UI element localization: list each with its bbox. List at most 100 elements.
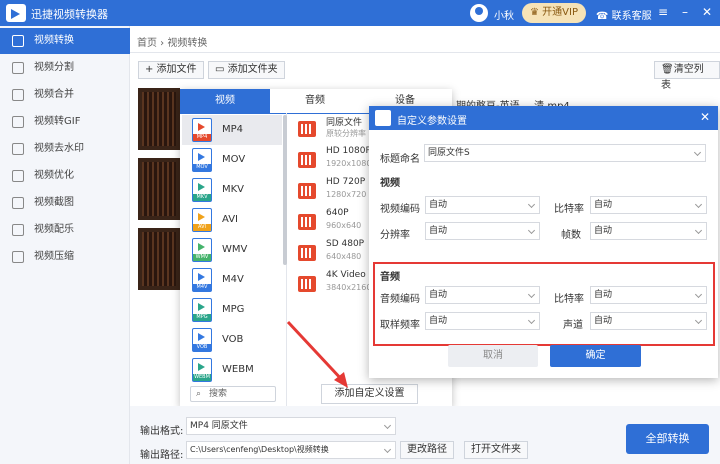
format-name: WEBM (222, 364, 254, 375)
format-item[interactable]: MKV MKV (182, 175, 282, 205)
film-icon (298, 245, 316, 261)
quality-resolution: 3840x2160 (326, 283, 372, 292)
search-input[interactable]: ⌕ 搜索 (190, 386, 276, 402)
video-file-icon: WMV (192, 238, 212, 262)
video-file-icon: WEBM (192, 358, 212, 382)
format-badge: WMV (193, 254, 211, 261)
app-title: 迅捷视频转换器 (31, 8, 108, 21)
format-item[interactable]: VOB VOB (182, 325, 282, 355)
video-file-icon: MOV (192, 148, 212, 172)
sidebar-item-optimize[interactable]: 视频优化 (0, 163, 130, 189)
bitrate-label: 比特率 (554, 204, 584, 215)
format-name: WMV (222, 244, 248, 255)
film-icon (298, 121, 316, 137)
music-icon (12, 224, 24, 236)
output-format-select[interactable]: MP4 同原文件 (186, 417, 396, 435)
vip-button[interactable]: ♛ 开通VIP (522, 3, 586, 23)
quality-name: HD 720P (326, 177, 366, 187)
samplerate-select[interactable]: 自动 (425, 312, 540, 330)
format-badge: MP4 (193, 134, 211, 141)
merge-icon (12, 89, 24, 101)
tab-audio[interactable]: 音频 (270, 89, 360, 113)
format-badge: MOV (193, 164, 211, 171)
framerate-select[interactable]: 自动 (590, 222, 707, 240)
avatar[interactable] (470, 4, 488, 22)
close-icon[interactable]: ✕ (700, 5, 714, 19)
bitrate-select[interactable]: 自动 (590, 196, 707, 214)
format-item[interactable]: WMV WMV (182, 235, 282, 265)
close-icon[interactable]: ✕ (700, 110, 710, 124)
open-folder-button[interactable]: 打开文件夹 (464, 441, 528, 459)
breadcrumb: 首页 › 视频转换 (137, 38, 208, 49)
scrollbar[interactable] (283, 115, 287, 265)
format-item[interactable]: MP4 MP4 (182, 115, 282, 145)
format-badge: MKV (193, 194, 211, 201)
title-name-input[interactable]: 同原文件S (424, 144, 706, 162)
change-path-button[interactable]: 更改路径 (400, 441, 454, 459)
format-name: MOV (222, 154, 246, 165)
sidebar-item-compress[interactable]: 视频压缩 (0, 244, 130, 270)
gif-icon (12, 116, 24, 128)
sidebar-item-split[interactable]: 视频分割 (0, 55, 130, 81)
menu-icon[interactable]: ≡ (656, 5, 670, 19)
sidebar-item-label: 视频分割 (34, 62, 74, 73)
sidebar-item-gif[interactable]: 视频转GIF (0, 109, 130, 135)
output-path-label: 输出路径: (140, 450, 184, 461)
format-item[interactable]: M4V M4V (182, 265, 282, 295)
audio-bitrate-label: 比特率 (554, 294, 584, 305)
support-label: 联系客服 (611, 11, 652, 22)
film-icon (298, 183, 316, 199)
format-item[interactable]: MPG MPG (182, 295, 282, 325)
sidebar: 视频转换 视频分割 视频合并 视频转GIF 视频去水印 视频优化 视频截图 视频… (0, 26, 130, 464)
sidebar-item-convert[interactable]: 视频转换 (0, 28, 130, 54)
custom-settings-dialog: 自定义参数设置 ✕ 标题命名 同原文件S 视频 视频编码 自动 比特率 自动 分… (369, 106, 718, 378)
video-section-title: 视频 (380, 178, 400, 189)
sidebar-item-merge[interactable]: 视频合并 (0, 82, 130, 108)
convert-all-button[interactable]: 全部转换 (626, 424, 709, 454)
audio-bitrate-select[interactable]: 自动 (590, 286, 707, 304)
output-format-label: 输出格式: (140, 426, 184, 437)
sidebar-item-music[interactable]: 视频配乐 (0, 217, 130, 243)
video-file-icon: M4V (192, 268, 212, 292)
format-name: M4V (222, 274, 244, 285)
dialog-title: 自定义参数设置 (397, 116, 467, 127)
folder-icon: ▭ (215, 64, 225, 75)
film-icon (298, 152, 316, 168)
quality-resolution: 640x480 (326, 252, 362, 261)
screenshot-icon (12, 197, 24, 209)
video-codec-select[interactable]: 自动 (425, 196, 540, 214)
minimize-icon[interactable]: – (678, 5, 692, 19)
video-thumbnail[interactable] (138, 228, 180, 290)
clear-list-button[interactable]: 🗑清空列表 (654, 61, 720, 91)
title-bar: 迅捷视频转换器 小秋 ♛ 开通VIP ☎ 联系客服 ≡ – ✕ (0, 0, 720, 26)
video-thumbnail[interactable] (138, 158, 180, 220)
cancel-button[interactable]: 取消 (448, 345, 538, 367)
format-name: VOB (222, 334, 244, 345)
format-badge: AVI (193, 224, 211, 231)
sidebar-item-screenshot[interactable]: 视频截图 (0, 190, 130, 216)
format-badge: MPG (193, 314, 211, 321)
user-name[interactable]: 小秋 (494, 7, 514, 22)
channel-select[interactable]: 自动 (590, 312, 707, 330)
video-file-icon: MKV (192, 178, 212, 202)
video-thumbnail[interactable] (138, 88, 180, 150)
format-badge: M4V (193, 284, 211, 291)
add-folder-button[interactable]: ▭ 添加文件夹 (208, 61, 285, 79)
output-path-input[interactable]: C:\Users\cenfeng\Desktop\视频转换 (186, 441, 396, 459)
sidebar-item-watermark[interactable]: 视频去水印 (0, 136, 130, 162)
sidebar-item-label: 视频去水印 (34, 143, 84, 154)
add-file-button[interactable]: + 添加文件 (138, 61, 204, 79)
format-item[interactable]: AVI AVI (182, 205, 282, 235)
format-item[interactable]: MOV MOV (182, 145, 282, 175)
resolution-select[interactable]: 自动 (425, 222, 540, 240)
quality-resolution: 原较分辨率 (326, 129, 366, 138)
audio-codec-select[interactable]: 自动 (425, 286, 540, 304)
tab-video[interactable]: 视频 (180, 89, 270, 113)
support-link[interactable]: ☎ 联系客服 (596, 7, 652, 22)
format-name: MKV (222, 184, 245, 195)
ok-button[interactable]: 确定 (550, 345, 641, 367)
headset-icon: ☎ (596, 11, 609, 22)
quality-resolution: 1920x1080 (326, 159, 372, 168)
quality-name: 640P (326, 208, 349, 218)
format-item[interactable]: WEBM WEBM (182, 355, 282, 385)
